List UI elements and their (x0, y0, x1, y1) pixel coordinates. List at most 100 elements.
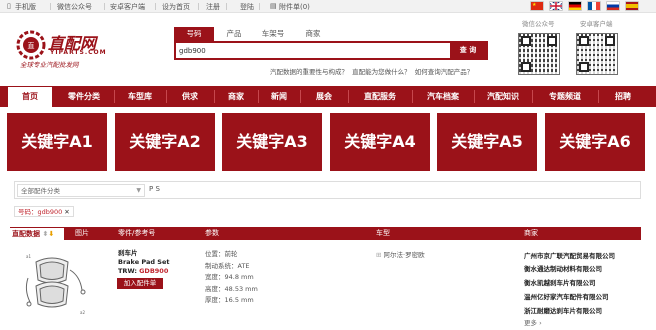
divider (155, 3, 156, 10)
tab-number[interactable]: 号码 (174, 27, 214, 41)
nav-home[interactable]: 首页 (8, 87, 52, 107)
spain-flag[interactable] (625, 1, 639, 11)
wechat-qr-code (518, 33, 560, 75)
link-wechat[interactable]: 微信公众号 (57, 2, 92, 12)
hot-link-2[interactable]: 直配能为您做什么？ (352, 68, 411, 76)
link-register[interactable]: 注册 (206, 2, 220, 12)
nav-services[interactable]: 直配服务 (349, 86, 411, 107)
th-yiparts-data-label: 直配数据 (12, 230, 40, 238)
nav-knowledge[interactable]: 汽配知识 (475, 86, 531, 107)
cart-icon: ▤ (270, 2, 277, 10)
search-input[interactable] (176, 43, 450, 58)
nav-part-categories[interactable]: 零件分类 (55, 86, 113, 107)
part-ref: TRW: GDB900 (118, 267, 168, 275)
param-brake-system: 制动系统：ATE (205, 262, 250, 270)
divider (226, 3, 227, 10)
supplier-1[interactable]: 广州市京广联汽配贸易有限公司 (524, 250, 615, 260)
svg-text:直: 直 (28, 41, 35, 50)
nav-car-archive[interactable]: 汽车档案 (413, 86, 473, 107)
keyword-banner-5[interactable]: 关键字A5 (437, 113, 537, 171)
keyword-banner-4[interactable]: 关键字A4 (330, 113, 430, 171)
supplier-2[interactable]: 衡水通达制动材料有限公司 (524, 263, 602, 273)
nav-exhibitions[interactable]: 展会 (301, 86, 347, 107)
th-yiparts-data[interactable]: 直配数据 ⬍⬇ (10, 228, 64, 240)
keyword-banner-2[interactable]: 关键字A2 (115, 113, 215, 171)
nav-vehicle-library[interactable]: 车型库 (115, 86, 165, 107)
divider (259, 3, 260, 10)
param-height: 高度：48.53 mm (205, 285, 258, 293)
active-filter-tag: 号码：gdb900 ✕ (14, 206, 74, 217)
link-parts-list[interactable]: 附件单(0) (279, 2, 310, 12)
results-table-header: 直配数据 ⬍⬇ 图片 零件/参考号 参数 车型 商家 (10, 227, 641, 240)
tab-product[interactable]: 产品 (220, 27, 248, 41)
add-to-parts-list-button[interactable]: 加入配件单 (117, 278, 163, 289)
logo-slogan: 全球专业汽配批发网 (20, 61, 79, 69)
supplier-3[interactable]: 衡水凯越刹车片有限公司 (524, 277, 596, 287)
hot-links: 汽配数据的重要性与构成？ 直配能为您做什么？ 如何查询汽配产品？ (270, 66, 473, 76)
search-button[interactable]: 查 询 (450, 43, 486, 58)
link-android[interactable]: 安卓客户端 (110, 2, 145, 12)
uk-flag[interactable] (549, 1, 563, 11)
param-position: 位置：前轮 (205, 250, 238, 258)
android-qr-code (576, 33, 618, 75)
close-icon[interactable]: ✕ (64, 208, 69, 216)
nav-jobs[interactable]: 招聘 (599, 86, 647, 107)
brake-pad-image[interactable]: a1 a2 (22, 250, 92, 318)
svg-text:a2: a2 (80, 310, 85, 315)
nav-news[interactable]: 新闻 (259, 86, 299, 107)
ps-filter[interactable]: P S (149, 185, 160, 193)
filter-tag-label: 号码：gdb900 (18, 208, 63, 216)
more-suppliers-link[interactable]: 更多 › (524, 319, 542, 327)
nav-topics[interactable]: 专题频道 (533, 86, 597, 107)
mobile-icon: ▯ (7, 2, 11, 10)
sort-down-icon[interactable]: ⬇ (48, 230, 54, 238)
category-select[interactable]: 全部配件分类 ▼ (17, 184, 145, 197)
france-flag[interactable] (587, 1, 601, 11)
search-box: 查 询 (174, 41, 488, 60)
site-logo[interactable]: 直 直配网 YIPARTS.COM 全球专业汽配批发网 (16, 28, 156, 69)
hot-link-1[interactable]: 汽配数据的重要性与构成？ (270, 68, 348, 76)
logo-domain: YIPARTS.COM (50, 49, 107, 56)
part-name-en: Brake Pad Set (118, 258, 170, 266)
expand-icon: ⊞ (376, 251, 382, 259)
keyword-banner-3[interactable]: 关键字A3 (222, 113, 322, 171)
th-parameters: 参数 (205, 229, 219, 237)
category-select-value: 全部配件分类 (21, 187, 60, 195)
china-flag[interactable]: ★ (530, 1, 544, 11)
tab-merchant[interactable]: 商家 (299, 27, 327, 41)
qr-label-android: 安卓客户端 (580, 20, 613, 28)
keyword-banner-6[interactable]: 关键字A6 (545, 113, 645, 171)
divider (104, 3, 105, 10)
part-name-cn: 刹车片 (118, 249, 138, 257)
keyword-banner-1[interactable]: 关键字A1 (7, 113, 107, 171)
th-image: 图片 (75, 229, 89, 237)
th-merchants: 商家 (524, 229, 538, 237)
divider (198, 3, 199, 10)
nav-supply-demand[interactable]: 供求 (167, 86, 213, 107)
russia-flag[interactable] (606, 1, 620, 11)
supplier-5[interactable]: 浙江耐磨达刹车片有限公司 (524, 305, 602, 315)
chevron-down-icon: ▼ (136, 187, 141, 194)
hot-link-3[interactable]: 如何查询汽配产品？ (415, 68, 474, 76)
germany-flag[interactable] (568, 1, 582, 11)
param-width: 宽度：94.8 mm (205, 273, 254, 281)
tab-vin[interactable]: 车架号 (257, 27, 289, 41)
param-thickness: 厚度：16.5 mm (205, 296, 254, 304)
link-login[interactable]: 登陆 (240, 2, 254, 12)
category-filter-bar: 全部配件分类 ▼ P S (14, 181, 641, 199)
main-nav: 首页 零件分类 车型库 供求 商家 新闻 展会 直配服务 汽车档案 汽配知识 专… (0, 86, 656, 107)
divider (50, 3, 51, 10)
vehicle-model-link[interactable]: ⊞ 阿尔法·罗密欧 (376, 251, 425, 259)
part-ref-number[interactable]: GDB900 (139, 267, 168, 275)
link-set-home[interactable]: 设为首页 (162, 2, 190, 12)
supplier-4[interactable]: 温州亿好家汽车配件有限公司 (524, 291, 609, 301)
qr-label-wechat: 微信公众号 (522, 20, 555, 28)
th-part-ref: 零件/参考号 (118, 229, 156, 237)
svg-text:a1: a1 (26, 254, 31, 259)
th-vehicle-model: 车型 (376, 229, 390, 237)
part-ref-brand: TRW: (118, 267, 138, 275)
nav-merchants[interactable]: 商家 (215, 86, 257, 107)
vehicle-model-label: 阿尔法·罗密欧 (383, 251, 425, 259)
gear-logo-icon: 直 (16, 30, 46, 60)
link-mobile[interactable]: 手机版 (15, 2, 36, 12)
